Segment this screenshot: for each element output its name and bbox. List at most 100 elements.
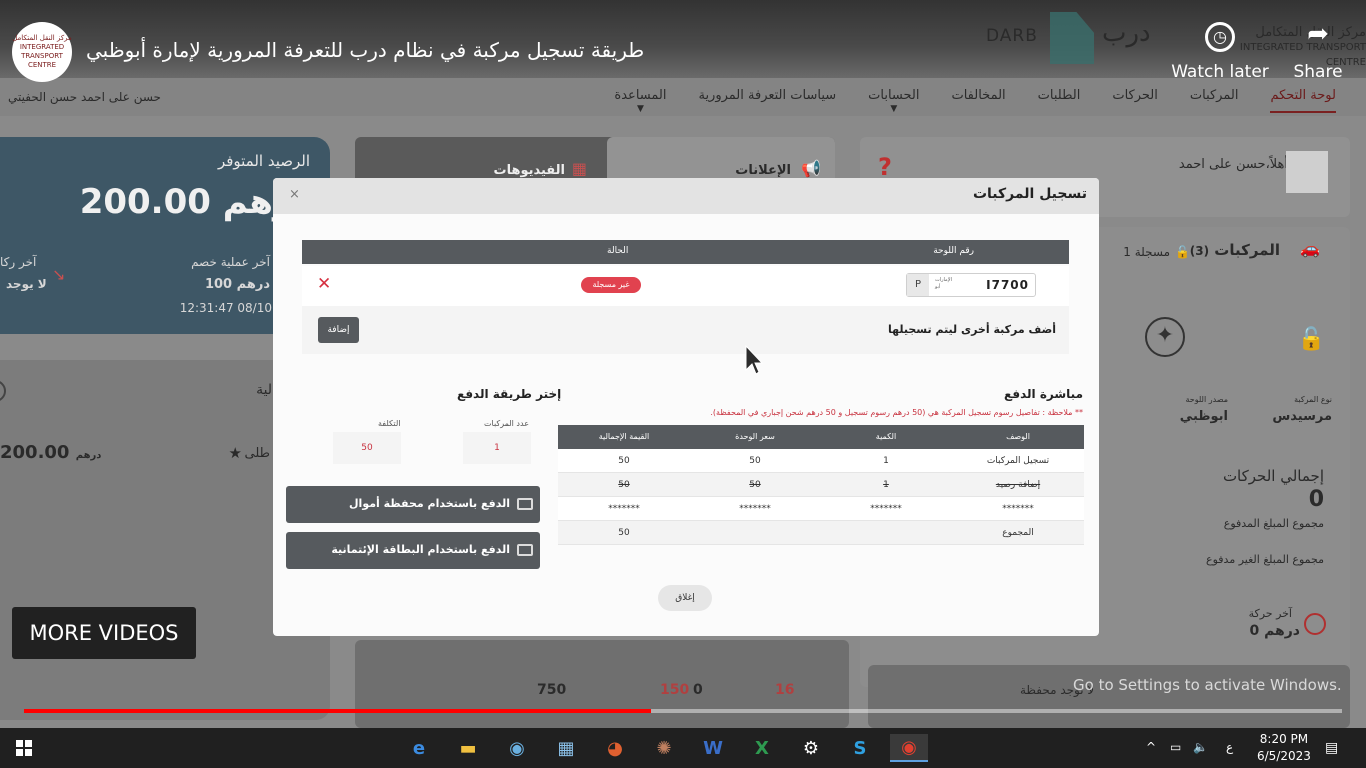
word-icon[interactable]: W (694, 734, 732, 762)
darb-logo-ar: درب (1102, 18, 1151, 48)
stat-750: 750 (537, 682, 567, 698)
col-plate: رقم اللوحة (933, 246, 974, 256)
windows-taskbar: e ▬ ◉ ▦ ◕ ✺ W X ⚙ S ◉ ^ ▭ 🔈 ع 8:20 PM 6/… (0, 728, 1366, 768)
payment-table-header: الوصف الكمية سعر الوحدة القيمة الإجمالية (558, 425, 1084, 449)
add-vehicle-text: أضف مركبة أخرى ليتم تسجيلها (887, 323, 1056, 336)
modal-title: تسجيل المركبات (972, 186, 1087, 202)
cost-value: 50 (333, 432, 401, 464)
network-icon[interactable]: ▭ (1170, 740, 1181, 754)
notifications-icon[interactable]: ▤ (1325, 740, 1338, 756)
vehicles-title: المركبات (3) (1189, 241, 1280, 259)
clock-icon (1304, 613, 1326, 635)
plus-icon[interactable]: + (0, 380, 6, 402)
share-button[interactable]: ➦ Share (1288, 19, 1348, 82)
total-tx-value: 0 (1308, 487, 1324, 512)
unpaid-label: مجموع المبلغ الغير مدفوع (1206, 553, 1324, 566)
plate-emirate: الإمارات أبو (935, 277, 952, 290)
total-tx-label: إجمالي الحركات (1222, 467, 1324, 485)
nav-vehicles[interactable]: المركبات (1190, 88, 1239, 113)
channel-logo[interactable]: مركز النقل المتكامل INTEGRATED TRANSPORT… (12, 22, 72, 82)
greeting: أهلاً،حسن على احمد (1178, 157, 1288, 172)
vehicles-count-label: عدد المركبات (484, 419, 529, 428)
windows-activation-watermark: Go to Settings to activate Windows. (1073, 676, 1342, 694)
delete-vehicle-icon[interactable]: ✕ (317, 274, 331, 294)
nav-help[interactable]: المساعدة ▼ (614, 88, 666, 114)
excel-icon[interactable]: X (743, 734, 781, 762)
car-icon: 🚗 (1300, 239, 1320, 258)
last-other-value: لا يوجد (6, 277, 47, 291)
table-row: ******* ******* ******* ******* (558, 497, 1084, 521)
last-debit-time: 12:31:47 08/10 (179, 301, 272, 315)
payment-heading: مباشرة الدفع (1004, 387, 1083, 401)
vehicle-table-header: رقم اللوحة الحالة (302, 240, 1069, 264)
language-indicator[interactable]: ع (1226, 740, 1233, 754)
megaphone-icon: 📢 (801, 159, 821, 178)
stat-0: 0 (693, 682, 703, 698)
mercedes-logo-icon: ✦ (1145, 317, 1185, 357)
pay-card-button[interactable]: الدفع باستخدام البطاقة الإئتمانية (286, 532, 540, 569)
last-move-value: 0 درهم (1249, 623, 1300, 639)
darb-logo-en: DARB (986, 26, 1038, 46)
wallet-icon (517, 498, 533, 510)
vehicle-registration-modal: تسجيل المركبات × رقم اللوحة الحالة ✕ غير… (273, 178, 1099, 636)
nav-transactions[interactable]: الحركات (1112, 88, 1158, 113)
user-name[interactable]: حسن على احمد حسن الحفيتي (8, 90, 161, 104)
pay-wallet-button[interactable]: الدفع باستخدام محفظة أموال (286, 486, 540, 523)
windows-start-icon[interactable] (16, 740, 32, 756)
nav-accounts[interactable]: الحسابات ▼ (868, 88, 919, 114)
video-progress-fill (24, 709, 652, 713)
balance-title: الرصيد المتوفر (217, 152, 310, 170)
avatar (1286, 151, 1328, 193)
credit-card-icon (517, 544, 533, 556)
wallet-label: طلى (244, 446, 271, 461)
last-other-label: آخر ركا (0, 255, 37, 269)
plate-source-label: مصدر اللوحة (1185, 395, 1228, 404)
close-button[interactable]: إغلاق (658, 585, 712, 611)
volume-icon[interactable]: 🔈 (1193, 740, 1208, 754)
wallet-amount: 200.00 درهم (0, 442, 102, 463)
last-debit-label: آخر عملية خصم (191, 255, 270, 269)
plate-source: ابوظبي (1179, 409, 1228, 424)
edge-icon[interactable]: e (400, 734, 438, 762)
film-icon[interactable]: ▦ (547, 734, 585, 762)
browser-globe-icon[interactable]: ◉ (498, 734, 536, 762)
vehicles-count-value: 1 (463, 432, 531, 464)
nav-requests[interactable]: الطلبات (1038, 88, 1081, 113)
main-nav: حسن على احمد حسن الحفيتي لوحة التحكم الم… (0, 78, 1366, 116)
question-icon[interactable]: ? (878, 153, 892, 181)
chevron-down-icon: ▼ (890, 104, 898, 114)
add-vehicle-button[interactable]: إضافة (318, 317, 359, 343)
taskbar-clock[interactable]: 8:20 PM 6/5/2023 (1257, 731, 1311, 765)
chrome-icon[interactable]: ◉ (890, 734, 928, 762)
share-icon: ➦ (1307, 19, 1329, 49)
modal-header: تسجيل المركبات × (273, 178, 1099, 214)
watch-later-button[interactable]: ◷ Watch later (1168, 22, 1272, 82)
nav-tariff-policies[interactable]: سياسات التعرفة المرورية (698, 88, 836, 113)
close-icon[interactable]: × (289, 187, 300, 202)
table-row: تسجيل المركبات 1 50 50 (558, 449, 1084, 473)
plate-letter: P (907, 274, 929, 296)
th-description: الوصف (1006, 432, 1030, 441)
plate-number-display: P الإمارات أبو I7700 (906, 273, 1036, 297)
th-quantity: الكمية (875, 432, 897, 441)
settings-gear-icon[interactable]: ⚙ (792, 734, 830, 762)
choose-payment-heading: إختر طريقة الدفع (457, 387, 562, 401)
more-videos-button[interactable]: MORE VIDEOS (12, 607, 196, 659)
video-title[interactable]: طريقة تسجيل مركبة في نظام درب للتعرفة ال… (86, 38, 644, 62)
file-explorer-icon[interactable]: ▬ (449, 734, 487, 762)
skype-icon[interactable]: S (841, 734, 879, 762)
unlocked-icon: 🔓 (1297, 327, 1325, 352)
nav-dashboard[interactable]: لوحة التحكم (1270, 88, 1336, 113)
vehicle-type-label: نوع المركبة (1294, 395, 1332, 404)
app-icon[interactable]: ✺ (645, 734, 683, 762)
table-row-total: المجموع 50 (558, 521, 1084, 545)
video-progress-bar[interactable] (24, 709, 1342, 713)
media-app-icon[interactable]: ◕ (596, 734, 634, 762)
nav-violations[interactable]: المخالفات (951, 88, 1005, 113)
stat-16: 16 (775, 682, 795, 698)
th-total: القيمة الإجمالية (598, 432, 650, 441)
table-row: إضافة رصيد 1 50 50 (558, 473, 1084, 497)
chevron-up-icon[interactable]: ^ (1146, 740, 1156, 754)
star-icon: ★ (228, 444, 242, 462)
chevron-down-icon: ▼ (636, 104, 644, 114)
